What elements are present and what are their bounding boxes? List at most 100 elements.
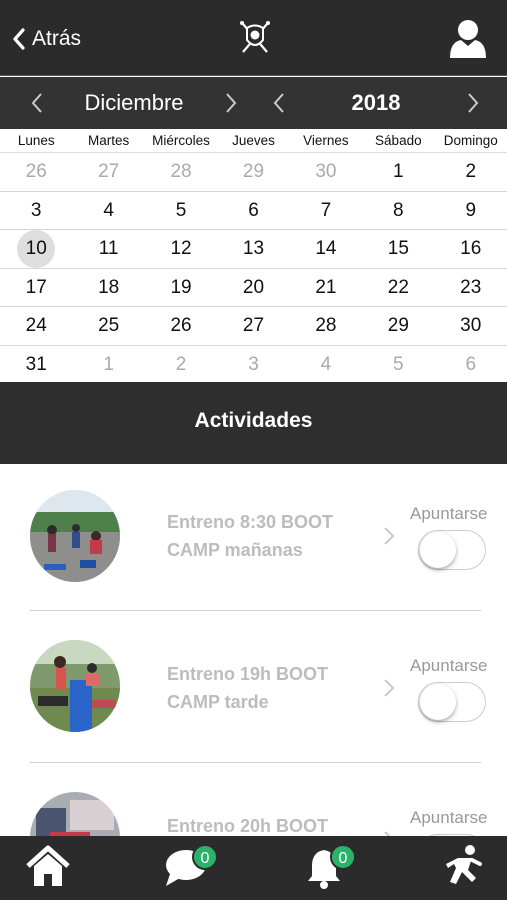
- next-month-chevron-icon[interactable]: [218, 91, 242, 115]
- calendar-day-cell[interactable]: 5: [145, 192, 217, 230]
- prev-year-chevron-icon[interactable]: [268, 91, 292, 115]
- running-person-icon[interactable]: [444, 844, 484, 890]
- day-number: 30: [315, 161, 337, 182]
- signup-toggle[interactable]: [418, 682, 486, 722]
- calendar-day-cell[interactable]: 28: [290, 307, 362, 345]
- messages-button[interactable]: 0: [164, 844, 224, 892]
- calendar-day-cell[interactable]: 2: [145, 346, 217, 384]
- calendar-day-cell[interactable]: 27: [217, 307, 289, 345]
- calendar-day-cell[interactable]: 23: [435, 269, 507, 307]
- calendar-day-cell[interactable]: 6: [217, 192, 289, 230]
- weekday-label: Miércoles: [152, 133, 210, 148]
- day-number: 20: [242, 276, 265, 298]
- day-number: 27: [98, 161, 120, 182]
- activity-photo: [30, 640, 120, 732]
- calendar-day-cell[interactable]: 19: [145, 269, 217, 307]
- calendar-day-cell[interactable]: 26: [145, 307, 217, 345]
- calendar-day-cell[interactable]: 30: [290, 153, 362, 191]
- activity-item[interactable]: Entreno 19h BOOT CAMP tarde Apuntarse: [0, 616, 507, 768]
- calendar-week-row: 10 11 12 13 14 15 16: [0, 229, 507, 269]
- prev-month-chevron-icon[interactable]: [26, 91, 50, 115]
- day-number: 28: [170, 161, 192, 182]
- day-number: 21: [315, 276, 337, 298]
- calendar-day-cell[interactable]: 26: [0, 153, 72, 191]
- day-number: 26: [170, 315, 192, 337]
- calendar-day-cell[interactable]: 20: [217, 269, 289, 307]
- calendar-week-row: 24 25 26 27 28 29 30: [0, 307, 507, 346]
- list-divider: [30, 610, 481, 611]
- calendar-day-cell[interactable]: 5: [362, 346, 434, 384]
- calendar-day-cell[interactable]: 31: [0, 346, 72, 384]
- day-number: 8: [393, 199, 404, 221]
- app-screen: Atrás Diciembre 2018 Lunes Martes Miércole…: [0, 0, 507, 900]
- day-number: 23: [460, 276, 482, 298]
- activities-header: Actividades: [0, 382, 507, 464]
- list-divider: [30, 762, 481, 763]
- calendar-day-cell[interactable]: 25: [72, 307, 144, 345]
- day-number: 5: [393, 353, 404, 375]
- user-profile-icon[interactable]: [449, 18, 487, 58]
- day-number: 30: [460, 315, 482, 337]
- calendar-day-cell[interactable]: 11: [72, 230, 144, 268]
- calendar-day-cell[interactable]: 18: [72, 269, 144, 307]
- calendar-day-cell[interactable]: 14: [290, 230, 362, 268]
- calendar-day-cell[interactable]: 3: [0, 192, 72, 230]
- calendar-day-cell[interactable]: 1: [72, 346, 144, 384]
- calendar-week-row: 26 27 28 29 30 1 2: [0, 153, 507, 192]
- calendar-day-cell[interactable]: 28: [145, 153, 217, 191]
- calendar-day-cell[interactable]: 24: [0, 307, 72, 345]
- calendar-day-cell[interactable]: 12: [145, 230, 217, 268]
- calendar-day-cell[interactable]: 10: [0, 229, 72, 268]
- day-number: 22: [387, 276, 409, 298]
- month-label: Diciembre: [84, 90, 184, 115]
- signup-toggle[interactable]: [418, 530, 486, 570]
- calendar-day-cell[interactable]: 30: [435, 307, 507, 345]
- bottom-navigation: 0 0: [0, 836, 507, 900]
- day-number: 6: [248, 199, 259, 221]
- calendar-day-cell[interactable]: 4: [72, 192, 144, 230]
- calendar-day-cell[interactable]: 29: [217, 153, 289, 191]
- activity-item[interactable]: Entreno 20h BOOT Apuntarse: [0, 768, 507, 836]
- calendar-week-row: 31 1 2 3 4 5 6: [0, 346, 507, 385]
- day-number: 10: [25, 238, 47, 260]
- year-label: 2018: [351, 90, 401, 115]
- activity-title: Entreno 8:30 BOOT CAMP mañanas: [167, 512, 334, 560]
- home-icon[interactable]: [24, 844, 72, 890]
- next-year-chevron-icon[interactable]: [460, 91, 484, 115]
- chevron-right-icon: [384, 527, 395, 545]
- back-button[interactable]: Atrás: [12, 24, 81, 54]
- chevron-left-icon: [13, 28, 25, 50]
- calendar-day-cell[interactable]: 7: [290, 192, 362, 230]
- calendar-day-cell[interactable]: 27: [72, 153, 144, 191]
- messages-count-badge: 0: [192, 844, 218, 870]
- month-year-selector: Diciembre 2018: [0, 77, 507, 129]
- day-number: 31: [25, 353, 47, 375]
- calendar-day-cell[interactable]: 17: [0, 269, 72, 307]
- calendar-day-cell[interactable]: 8: [362, 192, 434, 230]
- calendar-day-cell[interactable]: 1: [362, 153, 434, 191]
- day-number: 4: [103, 199, 114, 221]
- weekday-label: Jueves: [232, 133, 275, 148]
- notifications-button[interactable]: 0: [306, 844, 366, 892]
- activity-item[interactable]: Entreno 8:30 BOOT CAMP mañanas Apuntarse: [0, 464, 507, 616]
- day-number: 17: [25, 276, 47, 298]
- calendar-day-cell[interactable]: 9: [435, 192, 507, 230]
- club-logo-icon: [240, 21, 270, 53]
- calendar-day-cell[interactable]: 6: [435, 346, 507, 384]
- notifications-count-badge: 0: [330, 844, 356, 870]
- calendar-day-cell[interactable]: 13: [217, 230, 289, 268]
- calendar-day-cell[interactable]: 22: [362, 269, 434, 307]
- calendar-week-row: 3 4 5 6 7 8 9: [0, 192, 507, 231]
- calendar-day-cell[interactable]: 4: [290, 346, 362, 384]
- calendar-day-cell[interactable]: 29: [362, 307, 434, 345]
- calendar-grid: Lunes Martes Miércoles Jueves Viernes Sábado D…: [0, 129, 507, 385]
- day-number: 13: [242, 238, 265, 260]
- toggle-knob: [420, 684, 456, 720]
- calendar-day-cell[interactable]: 3: [217, 346, 289, 384]
- calendar-day-cell[interactable]: 16: [435, 230, 507, 268]
- signup-label: Apuntarse: [410, 656, 488, 675]
- day-number: 3: [30, 199, 42, 221]
- calendar-day-cell[interactable]: 21: [290, 269, 362, 307]
- calendar-day-cell[interactable]: 2: [435, 153, 507, 191]
- calendar-day-cell[interactable]: 15: [362, 230, 434, 268]
